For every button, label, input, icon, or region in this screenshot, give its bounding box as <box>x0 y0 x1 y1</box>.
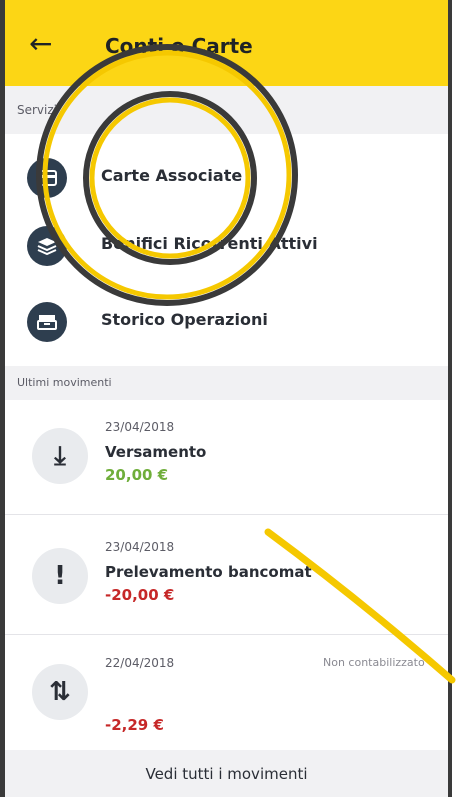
service-label: Storico Operazioni <box>101 310 268 329</box>
movement-date: 23/04/2018 <box>105 540 175 554</box>
movement-row[interactable]: ⇅ 22/04/2018 -2,29 € Non contabilizzato <box>5 636 448 751</box>
see-all-movements-button[interactable]: Vedi tutti i movimenti <box>5 750 448 797</box>
phone-frame: ← Conti e Carte Servizi Carte Associate … <box>0 0 452 797</box>
service-item-carte-associate[interactable]: Carte Associate <box>5 142 448 212</box>
stack-icon <box>27 226 67 266</box>
arrow-left-icon[interactable]: ← <box>29 30 52 58</box>
movement-amount: -2,29 € <box>105 716 164 734</box>
movement-amount: -20,00 € <box>105 586 175 604</box>
exclamation-icon: ! <box>32 548 88 604</box>
service-label: Bonifici Ricorrenti Attivi <box>101 234 318 253</box>
download-icon: ⤓ <box>32 428 88 484</box>
services-section-header: Servizi <box>5 86 448 134</box>
movement-date: 23/04/2018 <box>105 420 175 434</box>
movement-description: Versamento <box>105 443 207 461</box>
service-item-storico-operazioni[interactable]: Storico Operazioni <box>5 286 448 356</box>
movement-row[interactable]: ! 23/04/2018 Prelevamento bancomat -20,00 € <box>5 520 448 635</box>
service-label: Carte Associate <box>101 166 243 185</box>
movement-status: Non contabilizzato <box>323 656 425 669</box>
card-icon <box>27 158 67 198</box>
transfer-arrows-icon: ⇅ <box>32 664 88 720</box>
service-item-bonifici-ricorrenti[interactable]: Bonifici Ricorrenti Attivi <box>5 210 448 280</box>
app-header: ← Conti e Carte <box>5 0 448 86</box>
movements-section-header: Ultimi movimenti <box>5 366 448 400</box>
page-title: Conti e Carte <box>105 34 253 58</box>
movement-description: Prelevamento bancomat <box>105 563 312 581</box>
movement-date: 22/04/2018 <box>105 656 175 670</box>
movement-amount: 20,00 € <box>105 466 169 484</box>
movement-row[interactable]: ⤓ 23/04/2018 Versamento 20,00 € <box>5 400 448 515</box>
archive-icon <box>27 302 67 342</box>
